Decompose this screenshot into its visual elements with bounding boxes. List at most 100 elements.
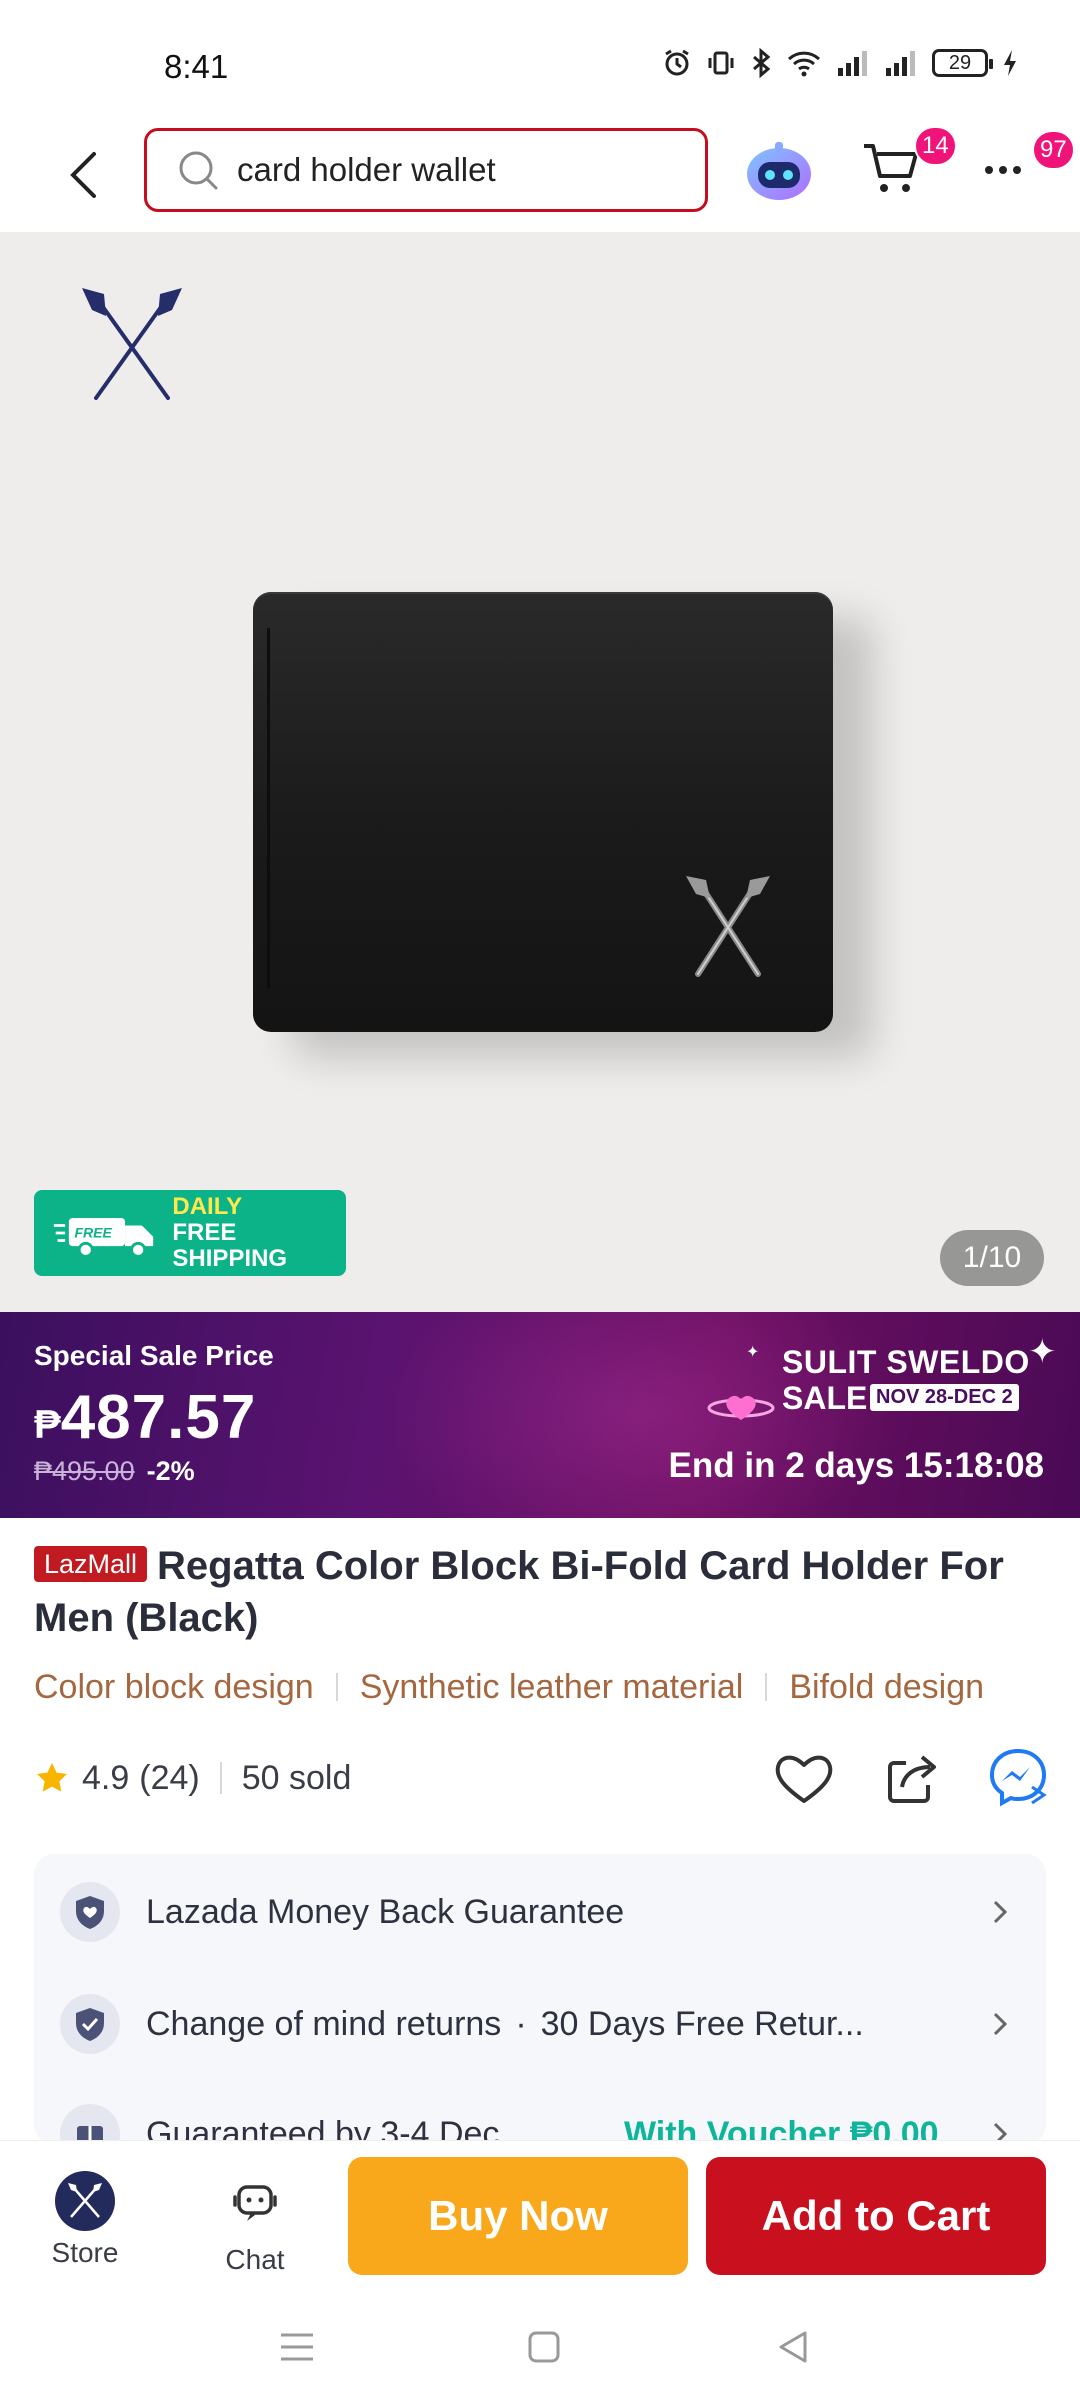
original-price-row: ₱495.00 -2% (34, 1456, 195, 1487)
lazmall-badge: LazMall (34, 1546, 148, 1582)
rating-value[interactable]: 4.9 (82, 1759, 129, 1798)
home-square-icon (528, 2331, 560, 2363)
shield-check-icon (60, 1994, 120, 2054)
free-tag: FREE (74, 1225, 112, 1241)
sold-count: 50 sold (241, 1758, 352, 1797)
money-back-row[interactable]: Lazada Money Back Guarantee (34, 1872, 1046, 1952)
chevron-right-icon (993, 2012, 1008, 2036)
brand-logo-oars-icon (82, 288, 182, 400)
recent-apps-button[interactable] (262, 2312, 332, 2382)
product-actions (772, 1748, 1054, 1808)
current-price: ₱487.57 (34, 1382, 256, 1453)
home-button[interactable] (509, 2312, 579, 2382)
search-icon (179, 151, 218, 190)
highlight-item: Bifold design (789, 1668, 985, 1706)
chat-button[interactable]: Chat (200, 2171, 310, 2276)
returns-row[interactable]: Change of mind returns · 30 Days Free Re… (34, 1984, 1046, 2064)
sale-countdown: End in 2 days 15:18:08 (668, 1446, 1044, 1485)
wifi-icon (787, 51, 821, 77)
price-currency: ₱ (34, 1403, 61, 1447)
wishlist-heart-icon[interactable] (772, 1749, 836, 1807)
sale-campaign-logo: ✦ ✦ SULIT SWELDO SALE NOV 28-DEC 2 (706, 1332, 1066, 1452)
sale-title-line2: SALE (782, 1380, 868, 1416)
back-triangle-icon (779, 2331, 807, 2363)
buy-now-button[interactable]: Buy Now (348, 2157, 688, 2275)
cart-button[interactable]: 14 (860, 126, 957, 206)
free-shipping-line1: DAILY (172, 1193, 243, 1220)
search-bar[interactable]: card holder wallet (144, 128, 708, 212)
robot-icon (747, 142, 811, 200)
battery-icon: 29 (932, 49, 993, 77)
rating-divider (219, 1762, 222, 1794)
highlight-divider (335, 1673, 338, 1701)
original-price: ₱495.00 (34, 1456, 135, 1486)
signal-icon-2 (886, 51, 915, 76)
special-price-label: Special Sale Price (34, 1340, 274, 1371)
rating-count[interactable]: (24) (139, 1759, 199, 1798)
top-nav: card holder wallet 14 97 (0, 120, 1080, 232)
chat-agent-icon (233, 2185, 277, 2221)
more-dots-icon (985, 166, 1021, 174)
product-title: LazMall Regatta Color Block Bi-Fold Card … (34, 1540, 1044, 1644)
product-title-text: Regatta Color Block Bi-Fold Card Holder … (34, 1544, 1004, 1640)
charging-icon (1004, 50, 1016, 76)
store-avatar (55, 2171, 115, 2231)
status-bar: 8:41 29 (0, 0, 1080, 120)
vibrate-icon (708, 51, 734, 75)
chat-label: Chat (225, 2244, 285, 2275)
price-amount: 487.57 (60, 1383, 257, 1452)
free-shipping-line2: FREE SHIPPING (172, 1219, 288, 1272)
wallet-emblem-icon (686, 876, 770, 977)
status-icons: 29 (662, 48, 1018, 78)
sale-dates: NOV 28-DEC 2 (870, 1384, 1019, 1411)
sparkle-icon: ✦ (1028, 1333, 1057, 1371)
more-badge: 97 (1032, 130, 1075, 170)
store-logo-icon (68, 2183, 102, 2218)
service-guarantees-card: Lazada Money Back Guarantee Change of mi… (34, 1854, 1046, 2144)
planet-heart-icon (707, 1395, 775, 1420)
sparkle-small-icon: ✦ (746, 1344, 760, 1361)
highlight-divider (765, 1673, 768, 1701)
store-button[interactable]: Store (30, 2171, 140, 2269)
cart-icon (864, 144, 918, 192)
system-nav-bar (0, 2290, 1080, 2400)
system-back-button[interactable] (758, 2312, 828, 2382)
free-shipping-badge: FREE DAILY FREE SHIPPING (34, 1190, 346, 1276)
highlight-item: Synthetic leather material (359, 1668, 744, 1706)
separator-dot: · (515, 2004, 527, 2043)
store-label: Store (51, 2237, 119, 2268)
product-wallet-image (253, 592, 833, 1032)
highlight-item: Color block design (34, 1668, 314, 1706)
alarm-icon (665, 49, 689, 76)
delivery-truck-icon: FREE (53, 1218, 154, 1258)
add-to-cart-button[interactable]: Add to Cart (706, 2157, 1046, 2275)
discount-percent: -2% (146, 1456, 195, 1486)
returns-label: Change of mind returns (146, 2004, 502, 2043)
status-time: 8:41 (164, 48, 229, 85)
chevron-right-icon (993, 1900, 1008, 1924)
signal-icon (838, 51, 867, 76)
cart-badge: 14 (914, 126, 957, 166)
delivery-row[interactable]: Guaranteed by 3-4 Dec With Voucher ₱0.00 (34, 2094, 1046, 2144)
price-banner: Special Sale Price ₱487.57 ₱495.00 -2% ✦ … (0, 1312, 1080, 1518)
ai-assistant-button[interactable] (740, 132, 818, 210)
delivery-box-icon (60, 2104, 120, 2144)
star-icon (37, 1763, 67, 1792)
more-button[interactable]: 97 (980, 130, 1075, 206)
rating-row: 4.9 (24) 50 sold (34, 1748, 1054, 1808)
shield-heart-icon (60, 1882, 120, 1942)
product-highlights[interactable]: Color block design Synthetic leather mate… (34, 1668, 1080, 1718)
bluetooth-icon (753, 48, 771, 78)
money-back-label: Lazada Money Back Guarantee (146, 1892, 625, 1931)
search-query: card holder wallet (237, 151, 496, 188)
image-pager: 1/10 (940, 1230, 1044, 1286)
bottom-action-bar: Store Chat Buy Now Add to Cart (0, 2140, 1080, 2290)
product-image-gallery[interactable]: FREE DAILY FREE SHIPPING 1/10 (0, 232, 1080, 1312)
sale-title-line1: SULIT SWELDO (782, 1344, 1030, 1380)
returns-detail: 30 Days Free Retur... (540, 2004, 864, 2043)
menu-lines-icon (281, 2333, 313, 2361)
back-arrow-icon (70, 152, 96, 198)
messenger-share-icon[interactable] (988, 1747, 1054, 1809)
share-icon[interactable] (884, 1749, 940, 1807)
back-button[interactable] (48, 140, 118, 210)
